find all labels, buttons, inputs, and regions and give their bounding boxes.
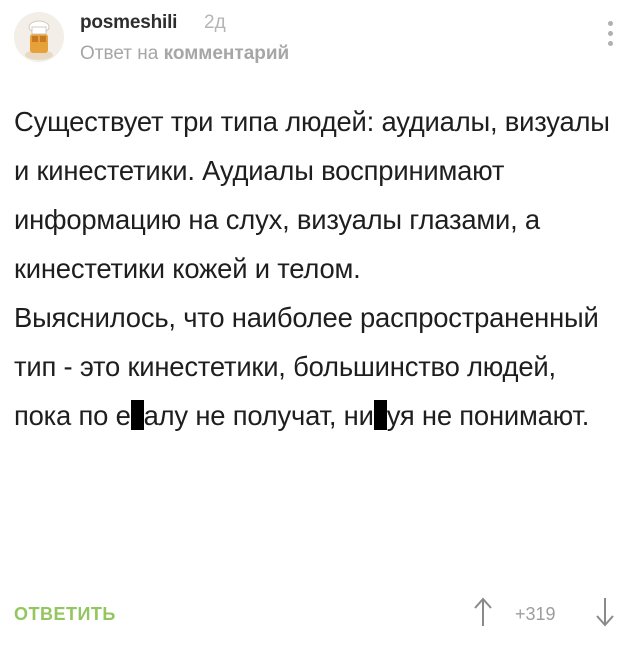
author-name[interactable]: posmeshili bbox=[80, 12, 177, 34]
reply-prefix: Ответ на bbox=[80, 43, 164, 64]
comment-paragraph-1: Существует три типа людей: аудиалы, визу… bbox=[14, 106, 610, 284]
comment-paragraph-2: Выяснилось, что наиболее распространенны… bbox=[14, 293, 618, 440]
comment-header: posmeshili 2д Ответ на комментарий bbox=[14, 10, 618, 66]
comment-footer: ОТВЕТИТЬ +319 bbox=[14, 594, 618, 634]
arrow-up-icon[interactable] bbox=[472, 596, 494, 628]
more-vertical-icon[interactable] bbox=[604, 18, 616, 54]
comment-body: Существует три типа людей: аудиалы, визу… bbox=[14, 97, 618, 440]
reply-to: Ответ на комментарий bbox=[80, 43, 289, 65]
rating-value: +319 bbox=[515, 604, 556, 624]
text-fragment: уя не понимают. bbox=[386, 400, 590, 431]
avatar[interactable] bbox=[14, 12, 64, 62]
parent-comment-link[interactable]: комментарий bbox=[164, 43, 290, 64]
comment-time: 2д bbox=[204, 12, 226, 33]
comment: posmeshili 2д Ответ на комментарий Сущес… bbox=[0, 0, 632, 652]
censor-bar bbox=[130, 400, 144, 430]
avatar-image bbox=[14, 12, 64, 62]
censor-bar bbox=[373, 400, 387, 430]
text-fragment: алу не получат, ни bbox=[143, 400, 374, 431]
reply-button[interactable]: ОТВЕТИТЬ bbox=[14, 604, 116, 625]
arrow-down-icon[interactable] bbox=[594, 596, 616, 628]
